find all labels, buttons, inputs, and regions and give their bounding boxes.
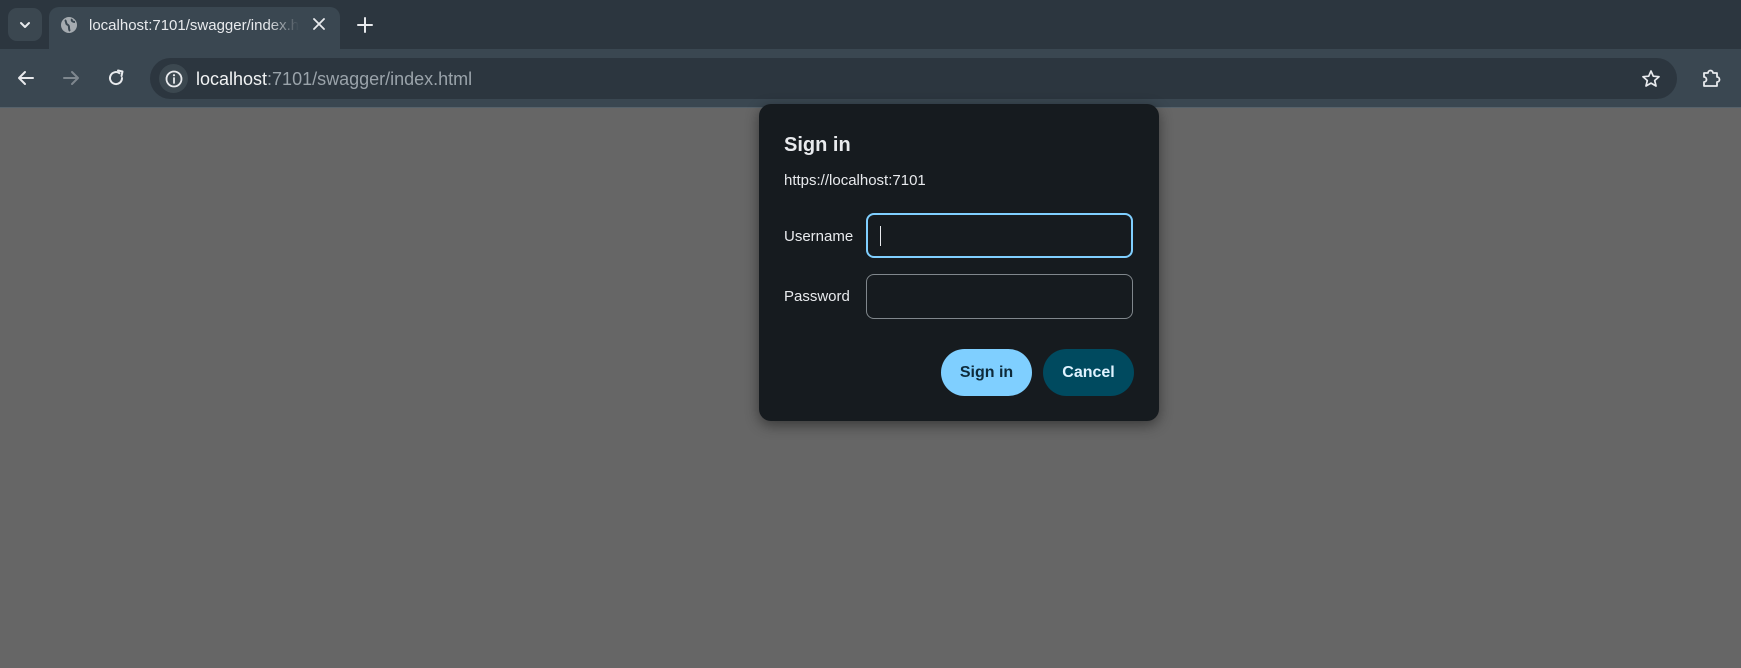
- tab-strip: localhost:7101/swagger/index.html: [0, 0, 1741, 49]
- address-bar[interactable]: localhost:7101/swagger/index.html: [150, 58, 1677, 99]
- tab-title: localhost:7101/swagger/index.html: [89, 17, 299, 34]
- back-button[interactable]: [12, 64, 40, 92]
- username-label: Username: [784, 228, 854, 245]
- username-input[interactable]: [868, 215, 1131, 256]
- tab-search-button[interactable]: [8, 8, 42, 41]
- dialog-title: Sign in: [784, 134, 851, 156]
- new-tab-button[interactable]: [353, 13, 377, 37]
- password-input[interactable]: [867, 275, 1132, 318]
- username-field[interactable]: [866, 213, 1133, 258]
- browser-toolbar: localhost:7101/swagger/index.html: [0, 49, 1741, 108]
- close-icon: [313, 18, 325, 30]
- bookmark-button[interactable]: [1639, 67, 1663, 91]
- sign-in-dialog: Sign in https://localhost:7101 Username …: [759, 104, 1159, 421]
- text-caret: [880, 226, 881, 246]
- password-label: Password: [784, 288, 850, 305]
- globe-icon: [61, 17, 77, 33]
- url-text[interactable]: localhost:7101/swagger/index.html: [196, 69, 472, 90]
- reload-icon: [109, 69, 124, 86]
- arrow-left-icon: [18, 71, 34, 85]
- dialog-origin: https://localhost:7101: [784, 172, 926, 189]
- puzzle-icon: [1703, 69, 1721, 87]
- password-field[interactable]: [866, 274, 1133, 319]
- info-icon: [165, 70, 182, 87]
- url-host: localhost: [196, 69, 268, 89]
- close-tab-button[interactable]: [309, 14, 329, 34]
- cancel-button[interactable]: Cancel: [1043, 349, 1134, 396]
- forward-button[interactable]: [57, 64, 85, 92]
- arrow-right-icon: [63, 71, 79, 85]
- site-info-button[interactable]: [159, 64, 188, 93]
- chevron-down-icon: [20, 21, 30, 28]
- browser-tab[interactable]: localhost:7101/swagger/index.html: [49, 7, 340, 49]
- reload-button[interactable]: [102, 64, 130, 92]
- extensions-button[interactable]: [1697, 64, 1725, 92]
- url-path: :7101/swagger/index.html: [267, 69, 473, 89]
- sign-in-button[interactable]: Sign in: [941, 349, 1032, 396]
- plus-icon: [357, 17, 373, 33]
- star-icon: [1642, 70, 1660, 87]
